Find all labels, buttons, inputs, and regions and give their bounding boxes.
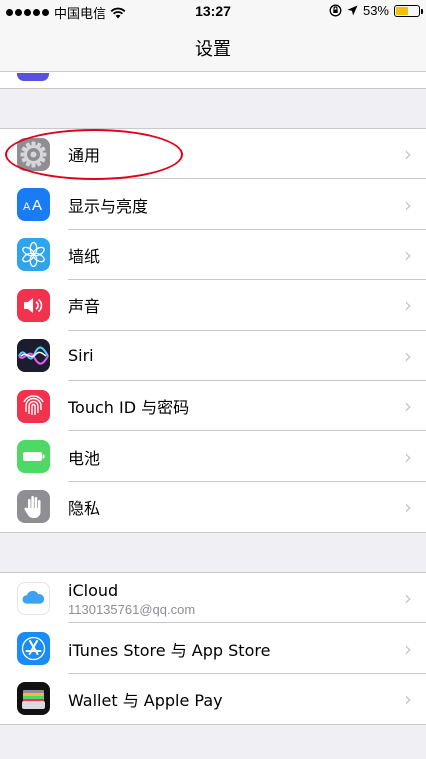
row-label: 隐私 [68,498,101,518]
cloud-icon [17,581,50,615]
account-email: 1130135761@qq.com [68,602,196,617]
svg-text:A: A [23,201,31,213]
nav-bar: 设置 [0,22,426,72]
battery-icon [394,4,423,17]
speaker-icon [17,288,50,322]
chevron-right-icon: › [404,293,412,318]
row-label: 墙纸 [68,246,101,266]
row-label: Siri [68,346,94,366]
wallet-icon [17,682,50,716]
row-display-brightness[interactable]: A A 显示与亮度 › [0,179,426,230]
siri-icon [17,339,50,373]
row-label: iTunes Store 与 App Store [68,640,271,660]
battery-percent: 53% [362,3,389,18]
row-battery[interactable]: 电池 › [0,431,426,482]
row-label: 电池 [68,448,101,468]
flower-icon [17,238,50,272]
settings-group-accounts: iCloud 1130135761@qq.com › iTunes Store … [0,572,426,726]
app-store-icon [17,632,50,666]
row-general[interactable]: 通用 › [0,129,426,180]
chevron-right-icon: › [404,636,412,661]
text-size-icon: A A [17,188,50,222]
gear-icon [17,137,50,171]
status-bar: 中国电信 13:27 53% [0,0,426,22]
partial-row[interactable] [0,72,426,89]
partial-row-icon [17,73,49,81]
chevron-right-icon: › [404,394,412,419]
row-siri[interactable]: Siri › [0,331,426,381]
battery-fill [396,6,408,15]
chevron-right-icon: › [404,444,412,469]
row-wallpaper[interactable]: 墙纸 › [0,230,426,281]
status-right: 53% [329,3,423,18]
row-touch-id[interactable]: Touch ID 与密码 › [0,381,426,432]
location-arrow-icon [347,5,358,16]
row-icloud[interactable]: iCloud 1130135761@qq.com › [0,573,426,624]
row-label: Wallet 与 Apple Pay [68,690,223,710]
row-privacy[interactable]: 隐私 › [0,482,426,532]
fingerprint-icon [17,389,50,423]
chevron-right-icon: › [404,494,412,519]
chevron-right-icon: › [404,586,412,611]
row-wallet[interactable]: Wallet 与 Apple Pay › [0,674,426,724]
row-label: iCloud [68,581,119,600]
chevron-right-icon: › [404,142,412,167]
battery-icon [17,440,50,474]
rotation-lock-icon [329,4,342,17]
row-sounds[interactable]: 声音 › [0,280,426,331]
chevron-right-icon: › [404,686,412,711]
row-label: 声音 [68,297,101,317]
hand-icon [17,490,50,524]
row-label: 通用 [68,146,101,166]
row-label: 显示与亮度 [68,196,149,216]
row-itunes-app-store[interactable]: iTunes Store 与 App Store › [0,623,426,674]
row-label: Touch ID 与密码 [68,398,190,418]
chevron-right-icon: › [404,242,412,267]
svg-text:A: A [32,197,42,214]
chevron-right-icon: › [404,343,412,368]
chevron-right-icon: › [404,192,412,217]
page-title: 设置 [195,39,231,60]
settings-group-main: 通用 › A A 显示与亮度 › 墙纸 › 声音 › Siri › Touch … [0,128,426,534]
